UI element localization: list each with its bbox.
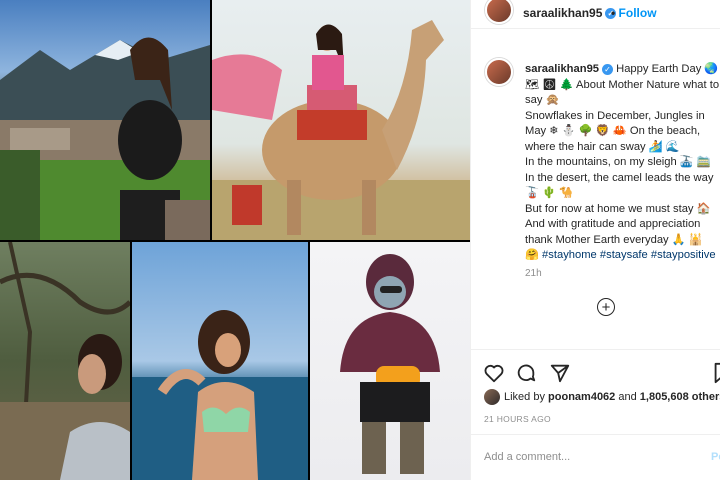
caption-time: 21h <box>525 268 542 279</box>
collage-photo-snow <box>310 242 470 480</box>
collage-photo-mountains <box>0 0 210 240</box>
caption-username[interactable]: saraalikhan95 <box>525 63 599 75</box>
post-header: saraalikhan95 ✓ • Follow <box>471 0 720 29</box>
follow-button[interactable]: • Follow <box>611 6 657 20</box>
bookmark-icon[interactable] <box>711 362 720 384</box>
likes-prefix: Liked by <box>504 390 545 403</box>
collage-photo-beach <box>132 242 308 480</box>
snow-illustration <box>340 254 440 474</box>
load-more-comments-icon[interactable]: + <box>597 298 615 316</box>
caption-hashtags[interactable]: #stayhome #staysafe #staypositive <box>542 249 716 261</box>
post-sidebar: saraalikhan95 ✓ • Follow saraalikhan95 ✓ H… <box>470 0 720 480</box>
share-icon[interactable] <box>549 362 571 384</box>
mountains-illustration <box>0 37 210 240</box>
follow-separator: • <box>611 6 616 20</box>
beach-illustration <box>132 310 308 480</box>
likes-user[interactable]: poonam4062 <box>548 391 615 403</box>
comment-input[interactable]: Add a comment... <box>484 451 570 463</box>
liker-avatar <box>484 389 500 405</box>
post-timestamp[interactable]: 21 HOURS AGO <box>484 414 551 424</box>
heart-icon[interactable] <box>483 362 505 384</box>
collage-photo-forest <box>0 242 130 480</box>
follow-label[interactable]: Follow <box>619 6 657 20</box>
likes-others[interactable]: 1,805,608 others <box>640 391 720 403</box>
collage-photo-camel <box>212 0 470 240</box>
forest-illustration <box>0 242 130 480</box>
avatar[interactable] <box>485 0 513 24</box>
verified-badge-icon: ✓ <box>602 63 614 75</box>
comment-icon[interactable] <box>515 362 537 384</box>
header-username-text[interactable]: saraalikhan95 <box>523 6 602 20</box>
caption-text: Happy Earth Day 🌏 🗺 ☮ 🌲 About Mother Nat… <box>525 63 720 261</box>
header-username[interactable]: saraalikhan95 ✓ <box>523 6 617 20</box>
comment-box: Add a comment... Post <box>471 434 720 481</box>
post-image[interactable] <box>0 0 470 480</box>
post-comment-button[interactable]: Post <box>711 451 720 463</box>
likes-joiner: and <box>618 390 637 403</box>
post-caption: saraalikhan95 ✓ Happy Earth Day 🌏 🗺 ☮ 🌲 A… <box>525 62 720 264</box>
camel-illustration <box>212 20 470 240</box>
likes-summary[interactable]: Liked by poonam4062 and 1,805,608 others <box>484 389 720 405</box>
caption-avatar[interactable] <box>485 58 513 86</box>
action-bar <box>471 349 720 384</box>
